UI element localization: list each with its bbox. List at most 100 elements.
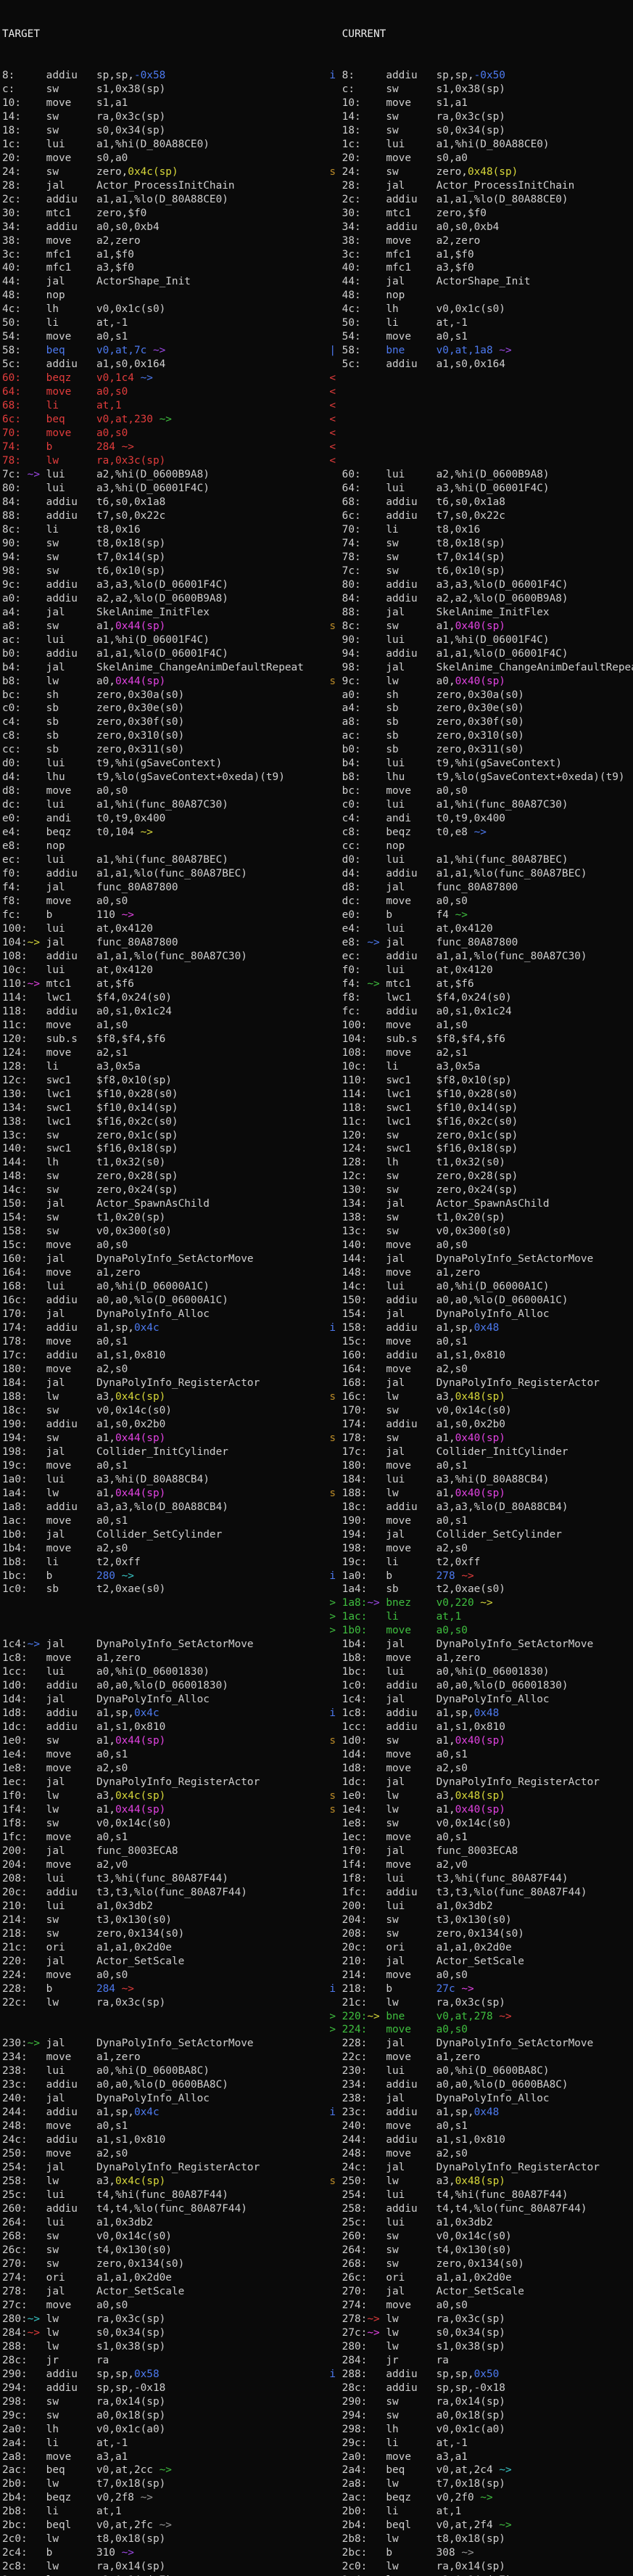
asm-line: 134: jal Actor_SpawnAsChild [317, 1197, 633, 1211]
asm-line: 238: jal DynaPolyInfo_Alloc [317, 2092, 633, 2106]
asm-line: > 224: move a0,s0 [317, 2023, 633, 2037]
asm-line: 14: sw ra,0x3c(sp) [317, 110, 633, 124]
asm-line: 128: lh t1,0x32(s0) [317, 1156, 633, 1170]
asm-line: 298: lh v0,0x1c(a0) [317, 2423, 633, 2437]
asm-line: 118: addiu a0,s1,0x1c24 [2, 1005, 316, 1019]
asm-line: 15c: move a0,s0 [2, 1239, 316, 1252]
asm-line: 174: addiu a1,s0,0x2b0 [317, 1418, 633, 1432]
asm-line: 11c: move a1,s0 [2, 1019, 316, 1033]
asm-line: 1e4: move a0,s1 [2, 1748, 316, 1762]
asm-line: 3c: mfc1 a1,$f0 [317, 248, 633, 262]
asm-line: s 178: sw a1,0x40(sp) [317, 1432, 633, 1445]
asm-line: c8: beqz t0,e8 ~> [317, 826, 633, 840]
asm-line: 1a4: sb t2,0xae(s0) [317, 1583, 633, 1596]
asm-line: 2bc: b 308 ~> [317, 2546, 633, 2560]
asm-line: 88: addiu t7,s0,0x22c [2, 509, 316, 523]
asm-line: 104: sub.s $f8,$f4,$f6 [317, 1033, 633, 1046]
asm-line: 24: sw zero,0x4c(sp) [2, 165, 316, 179]
asm-line: 188: lw a3,0x4c(sp) [2, 1390, 316, 1404]
asm-line: 1f8: sw v0,0x14c(s0) [2, 1817, 316, 1831]
asm-line: 274: ori a1,a1,0x2d0e [2, 2271, 316, 2285]
asm-line: 128: li a3,0x5a [2, 1060, 316, 1074]
asm-line: 248: move a2,s0 [317, 2147, 633, 2161]
asm-line: b8: lw a0,0x44(sp) [2, 675, 316, 689]
asm-line: a0: addiu a2,a2,%lo(D_0600B9A8) [2, 592, 316, 606]
asm-line: 2c: addiu a1,a1,%lo(D_80A88CE0) [2, 193, 316, 207]
asm-line: ac: sb zero,0x310(s0) [317, 729, 633, 743]
asm-line: 120: sub.s $f8,$f4,$f6 [2, 1033, 316, 1046]
asm-line: < [317, 372, 633, 385]
asm-line: b4: lui t9,%hi(gSaveContext) [317, 757, 633, 771]
asm-line: 278:~> lw ra,0x3c(sp) [317, 2313, 633, 2326]
asm-line: d0: lui a1,%hi(func_80A87BEC) [317, 853, 633, 867]
asm-line: 228: jal DynaPolyInfo_SetActorMove [317, 2037, 633, 2051]
asm-line: 240: jal DynaPolyInfo_Alloc [2, 2092, 316, 2106]
asm-line: 80: addiu a3,a3,%lo(D_06001F4C) [317, 578, 633, 592]
asm-line: e0: andi t0,t9,0x400 [2, 812, 316, 826]
asm-line: s 1e0: lw a3,0x48(sp) [317, 1789, 633, 1803]
asm-line: 22c: lw ra,0x3c(sp) [2, 1996, 316, 2010]
asm-line: 1d0: addiu a0,a0,%lo(D_06001830) [2, 1679, 316, 1693]
asm-line: 50: li at,-1 [317, 316, 633, 330]
asm-line: 8: addiu sp,sp,-0x58 [2, 69, 316, 83]
asm-line: dc: lui a1,%hi(func_80A87C30) [2, 798, 316, 812]
asm-line: 5c: addiu a1,s0,0x164 [317, 358, 633, 372]
asm-line: 28c: addiu sp,sp,-0x18 [317, 2382, 633, 2395]
asm-line: 154: sw t1,0x20(sp) [2, 1211, 316, 1225]
asm-line: 124: move a2,s1 [2, 1046, 316, 1060]
asm-line: 240: move a0,s1 [317, 2120, 633, 2133]
asm-line: > 1a8:~> bnez v0,220 ~> [317, 1596, 633, 1610]
asm-line: 2a8: move a3,a1 [2, 2450, 316, 2464]
asm-line: 15c: move a0,s1 [317, 1335, 633, 1349]
asm-line: 214: move a0,s0 [317, 1969, 633, 1982]
asm-line: 170: jal DynaPolyInfo_Alloc [2, 1308, 316, 1321]
asm-line: c: sw s1,0x38(sp) [2, 83, 316, 97]
asm-line: < [317, 454, 633, 468]
asm-line: 218: sw zero,0x134(s0) [2, 1927, 316, 1941]
asm-line: s 16c: lw a3,0x48(sp) [317, 1390, 633, 1404]
current-column: CURRENT i 8: addiu sp,sp,-0x50 c: sw s1,… [317, 0, 633, 2576]
asm-line: 254: jal DynaPolyInfo_RegisterActor [2, 2161, 316, 2175]
asm-line: 17c: addiu a1,s1,0x810 [2, 1349, 316, 1363]
asm-line: 98: jal SkelAnime_ChangeAnimDefaultRepea… [317, 661, 633, 675]
asm-line: b8: lhu t9,%lo(gSaveContext+0xeda)(t9) [317, 771, 633, 784]
asm-line: 64: lui a3,%hi(D_06001F4C) [317, 482, 633, 496]
asm-line: 60: beqz v0,1c4 ~> [2, 372, 316, 385]
asm-line: a4: jal SkelAnime_InitFlex [2, 606, 316, 620]
asm-line: c8: sb zero,0x310(s0) [2, 729, 316, 743]
asm-line: c0: lui a1,%hi(func_80A87C30) [317, 798, 633, 812]
asm-line: d8: jal func_80A87800 [317, 881, 633, 895]
asm-line: ec: lui a1,%hi(func_80A87BEC) [2, 853, 316, 867]
asm-line: 1a0: lui a3,%hi(D_80A88CB4) [2, 1473, 316, 1487]
asm-line: 29c: sw a0,0x18(sp) [2, 2409, 316, 2423]
asm-line: 1d8: addiu a1,sp,0x4c [2, 1707, 316, 1720]
asm-line: 170: sw v0,0x14c(s0) [317, 1404, 633, 1418]
asm-line: 38: move a2,zero [317, 234, 633, 248]
asm-line: 1c: lui a1,%hi(D_80A88CE0) [2, 138, 316, 152]
asm-line: 27c: move a0,s0 [2, 2299, 316, 2313]
asm-line: f0: addiu a1,a1,%lo(func_80A87BEC) [2, 867, 316, 881]
asm-line: 1d4: move a0,s1 [317, 1748, 633, 1762]
asm-line: < [317, 427, 633, 440]
asm-line: 1c: lui a1,%hi(D_80A88CE0) [317, 138, 633, 152]
asm-line: e0: b f4 ~> [317, 908, 633, 922]
asm-line: < [317, 440, 633, 454]
asm-line: 3c: mfc1 a1,$f0 [2, 248, 316, 262]
asm-line: 1c4: jal DynaPolyInfo_Alloc [317, 1693, 633, 1707]
asm-line: < [317, 385, 633, 399]
asm-line: s 250: lw a3,0x48(sp) [317, 2175, 633, 2189]
asm-line: 44: jal ActorShape_Init [317, 275, 633, 289]
asm-line: 2a4: li at,-1 [2, 2437, 316, 2450]
asm-line: e8: ~> jal func_80A87800 [317, 936, 633, 950]
asm-line: i 1a0: b 278 ~> [317, 1570, 633, 1583]
asm-line: 214: sw t3,0x130(s0) [2, 1913, 316, 1927]
asm-line: d0: lui t9,%hi(gSaveContext) [2, 757, 316, 771]
asm-line: 1ec: move a0,s1 [317, 1831, 633, 1845]
asm-line: 48: nop [2, 289, 316, 303]
asm-line: 2b8: li at,1 [2, 2505, 316, 2519]
asm-line: cc: sb zero,0x311(s0) [2, 743, 316, 757]
asm-line: 168: jal DynaPolyInfo_RegisterActor [317, 1377, 633, 1390]
asm-line: 1e0: sw a1,0x44(sp) [2, 1734, 316, 1748]
asm-line: 150: jal Actor_SpawnAsChild [2, 1197, 316, 1211]
asm-line: 30: mtc1 zero,$f0 [2, 207, 316, 221]
